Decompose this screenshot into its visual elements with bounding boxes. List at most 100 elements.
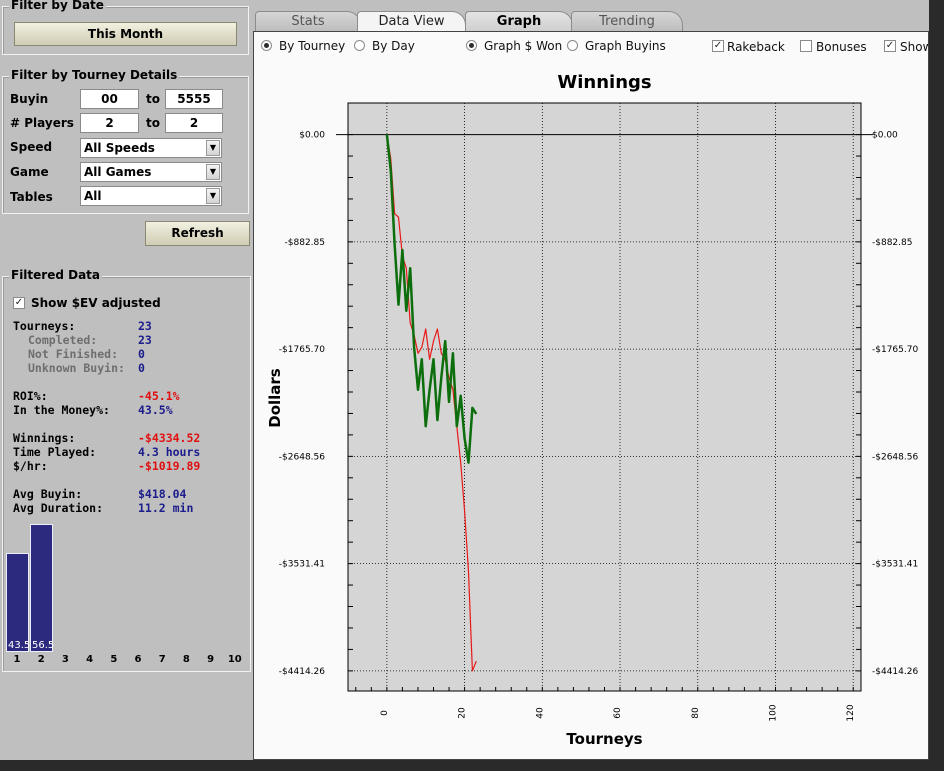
- chart-title: Winnings: [557, 72, 651, 93]
- game-select[interactable]: All Games ▼: [80, 162, 222, 182]
- histogram-bar-label: 43.5: [8, 640, 31, 651]
- stat-value: 0: [138, 347, 145, 361]
- by-day-label: By Day: [372, 39, 415, 53]
- chevron-down-icon[interactable]: ▼: [206, 164, 220, 180]
- filter-by-tourney-legend: Filter by Tourney Details: [9, 68, 180, 82]
- stat-value: 11.2 min: [138, 501, 194, 515]
- show-checkbox[interactable]: ✓: [884, 40, 896, 52]
- histogram-tick: 8: [182, 654, 190, 665]
- histogram-tick: 4: [86, 654, 94, 665]
- rakeback-checkbox[interactable]: ✓: [712, 40, 724, 52]
- buyin-to-label: to: [146, 92, 160, 106]
- stat-value: 23: [138, 333, 152, 347]
- histogram-tick: 9: [207, 654, 215, 665]
- players-from-input[interactable]: 2: [80, 113, 139, 133]
- by-tourney-radio[interactable]: [261, 40, 272, 51]
- players-label: # Players: [10, 116, 74, 130]
- chevron-down-icon[interactable]: ▼: [206, 188, 220, 204]
- buyin-from-input[interactable]: 00: [80, 89, 139, 109]
- y-tick-label-right: -$3531.41: [872, 560, 918, 570]
- histogram-tick: 1: [13, 654, 21, 665]
- y-axis-label: Dollars: [266, 368, 284, 428]
- graph-buyins-label: Graph Buyins: [585, 39, 666, 53]
- stat-value: 23: [138, 319, 152, 333]
- this-month-button[interactable]: This Month: [14, 22, 237, 46]
- y-tick-label: -$3531.41: [279, 560, 325, 570]
- stat-label: Completed:: [28, 333, 98, 347]
- players-to-label: to: [146, 116, 160, 130]
- stat-value: 0: [138, 361, 145, 375]
- y-tick-label: $0.00: [299, 131, 325, 141]
- tab-data-view[interactable]: Data View: [357, 11, 466, 31]
- filter-by-date-legend: Filter by Date: [9, 0, 106, 12]
- speed-label: Speed: [10, 140, 53, 154]
- tab-stats[interactable]: Stats: [255, 11, 361, 31]
- players-to-input[interactable]: 2: [165, 113, 223, 133]
- buyin-label: Buyin: [10, 92, 49, 106]
- histogram-bar: 43.5: [6, 553, 31, 652]
- x-tick-label: 60: [613, 707, 623, 719]
- tab-graph[interactable]: Graph: [465, 11, 573, 31]
- y-tick-label-right: -$1765.70: [872, 345, 918, 355]
- show-label: Show: [900, 40, 928, 54]
- graph-buyins-radio[interactable]: [567, 40, 578, 51]
- x-tick-label: 40: [535, 707, 545, 719]
- graph-won-label: Graph $ Won: [484, 39, 563, 53]
- histogram-bar: 56.5: [30, 524, 55, 652]
- filter-by-date-panel: Filter by Date This Month: [2, 0, 249, 55]
- y-tick-label: -$4414.26: [279, 667, 325, 677]
- x-tick-label: 0: [380, 710, 390, 716]
- filtered-data-legend: Filtered Data: [9, 268, 103, 282]
- refresh-button[interactable]: Refresh: [145, 221, 250, 246]
- stat-label: In the Money%:: [13, 403, 110, 417]
- histogram-tick: 7: [158, 654, 166, 665]
- bonuses-checkbox[interactable]: [800, 40, 812, 52]
- rakeback-label: Rakeback: [727, 40, 785, 54]
- y-tick-label-right: -$882.85: [872, 238, 912, 248]
- x-axis-label: Tourneys: [566, 730, 642, 748]
- winnings-chart: $0.00 $0.00 -$882.85 -$882.85 -$1765.70 -$176…: [266, 72, 918, 748]
- by-day-radio[interactable]: [354, 40, 365, 51]
- chevron-down-icon[interactable]: ▼: [206, 140, 220, 156]
- show-ev-checkbox[interactable]: ✓: [13, 297, 25, 309]
- y-tick-label: -$2648.56: [279, 452, 325, 462]
- x-tick-label: 120: [846, 704, 856, 721]
- stat-label: Unknown Buyin:: [28, 361, 125, 375]
- y-tick-label: -$882.85: [285, 238, 325, 248]
- y-tick-label-right: $0.00: [872, 131, 898, 141]
- stat-value: 43.5%: [138, 403, 173, 417]
- histogram-tick: 2: [37, 654, 45, 665]
- stat-label: Winnings:: [13, 431, 76, 445]
- tables-label: Tables: [10, 190, 53, 204]
- window-frame-right: [929, 0, 944, 771]
- buyin-to-input[interactable]: 5555: [165, 89, 223, 109]
- bonuses-label: Bonuses: [816, 40, 867, 54]
- stat-label: Avg Buyin:: [13, 487, 83, 501]
- stat-value: $418.04: [138, 487, 187, 501]
- histogram-bar-label: 56.5: [32, 640, 55, 651]
- tables-select[interactable]: All ▼: [80, 186, 222, 206]
- histogram-tick: 10: [227, 654, 242, 665]
- stat-value: -$1019.89: [138, 459, 201, 473]
- stat-label: Avg Duration:: [13, 501, 104, 515]
- histogram-tick: 3: [61, 654, 69, 665]
- tables-select-value: All: [84, 189, 102, 203]
- y-tick-label-right: -$4414.26: [872, 667, 918, 677]
- stat-label: Tourneys:: [13, 319, 76, 333]
- speed-select[interactable]: All Speeds ▼: [80, 138, 222, 158]
- game-select-value: All Games: [84, 165, 152, 179]
- show-ev-label: Show $EV adjusted: [31, 296, 161, 310]
- x-tick-label: 100: [769, 704, 779, 721]
- stat-value: 4.3 hours: [138, 445, 201, 459]
- graph-won-radio[interactable]: [466, 40, 477, 51]
- stat-label: Not Finished:: [28, 347, 119, 361]
- speed-select-value: All Speeds: [84, 141, 155, 155]
- stat-value: -$4334.52: [138, 431, 201, 445]
- x-tick-label: 80: [691, 707, 701, 719]
- histogram-tick: 5: [110, 654, 118, 665]
- window-frame-bottom: [0, 760, 944, 771]
- tab-trending[interactable]: Trending: [571, 11, 683, 31]
- top-strip: [253, 0, 944, 9]
- by-tourney-label: By Tourney: [279, 39, 346, 53]
- y-tick-label: -$1765.70: [279, 345, 325, 355]
